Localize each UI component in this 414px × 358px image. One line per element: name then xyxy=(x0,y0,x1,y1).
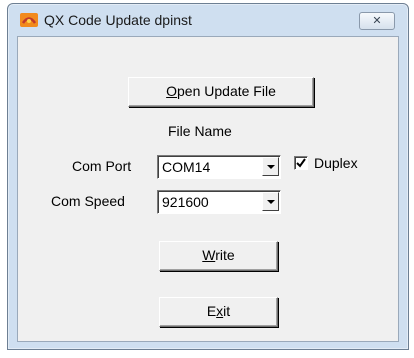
com-speed-select[interactable]: 921600 xyxy=(157,190,281,214)
window-title: QX Code Update dpinst xyxy=(44,12,192,28)
chevron-down-icon[interactable] xyxy=(262,192,279,211)
duplex-checkbox[interactable] xyxy=(294,156,308,170)
file-name-label: File Name xyxy=(168,123,232,139)
close-button[interactable]: ✕ xyxy=(359,12,395,30)
exit-button[interactable]: Exit xyxy=(159,297,278,327)
button-label: pen Update File xyxy=(177,83,276,99)
com-speed-label: Com Speed xyxy=(51,193,125,209)
button-mnemonic: W xyxy=(202,247,216,263)
button-label: rite xyxy=(215,247,235,263)
com-port-select[interactable]: COM14 xyxy=(157,155,281,179)
button-label: E xyxy=(206,303,217,319)
dialog-window: QX Code Update dpinst ✕ Open Update File… xyxy=(7,3,409,350)
dialog-body: Open Update File File Name Com Port COM1… xyxy=(17,36,399,342)
duplex-label[interactable]: Duplex xyxy=(314,155,358,171)
com-port-label: Com Port xyxy=(72,158,132,174)
close-icon: ✕ xyxy=(372,15,382,27)
write-button[interactable]: Write xyxy=(159,241,278,271)
checkmark-icon xyxy=(296,158,306,168)
open-update-file-button[interactable]: Open Update File xyxy=(128,77,314,107)
title-bar[interactable]: QX Code Update dpinst ✕ xyxy=(8,4,408,36)
com-port-value: COM14 xyxy=(162,159,211,175)
button-mnemonic: O xyxy=(166,83,178,99)
chevron-down-icon[interactable] xyxy=(262,157,279,176)
com-speed-value: 921600 xyxy=(162,194,209,210)
app-logo-icon xyxy=(20,13,38,27)
button-label: it xyxy=(223,303,231,319)
